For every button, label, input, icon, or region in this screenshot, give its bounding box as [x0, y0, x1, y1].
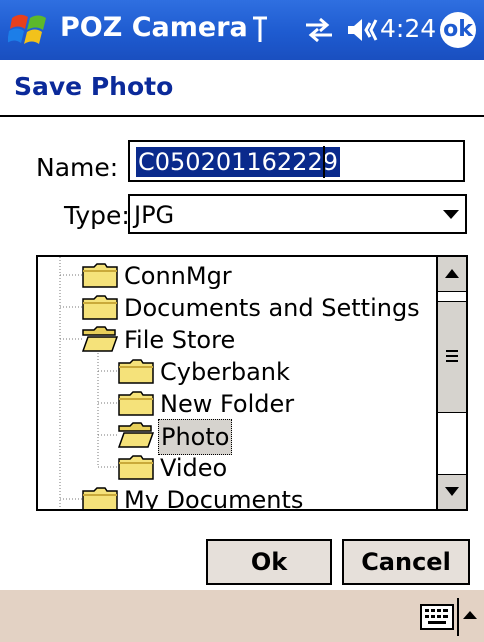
keyboard-icon[interactable]: [420, 604, 454, 630]
arrow-down-icon: [445, 487, 459, 496]
app-title: POZ Camera: [60, 12, 248, 43]
title-bar: POZ Camera 4:24 ok: [0, 0, 484, 60]
tree-item-label: Cyberbank: [160, 358, 290, 386]
chevron-down-icon[interactable]: [443, 210, 459, 219]
name-label: Name:: [36, 153, 119, 182]
header-divider: [0, 115, 484, 117]
scroll-down-button[interactable]: [438, 474, 466, 509]
tree-item-label: ConnMgr: [124, 262, 232, 290]
tree-item-label: New Folder: [160, 390, 295, 418]
tree-item-label: Documents and Settings: [124, 294, 420, 322]
tree-item-label: My Documents: [124, 486, 304, 511]
windows-start-icon[interactable]: [8, 10, 52, 50]
folder-closed-icon: [82, 263, 118, 288]
antenna-icon[interactable]: [250, 14, 270, 44]
folder-closed-icon: [118, 359, 154, 384]
grip-line: [446, 350, 458, 352]
type-select[interactable]: JPG: [128, 194, 467, 234]
menu-separator: [457, 598, 459, 636]
grip-line: [446, 360, 458, 362]
folder-tree[interactable]: ConnMgr Documents and Settings File Stor…: [36, 255, 468, 511]
arrow-up-icon: [445, 269, 459, 278]
input-menu-arrow-icon[interactable]: [463, 611, 477, 619]
scroll-thumb[interactable]: [438, 301, 466, 413]
tree-item-label: Video: [160, 454, 228, 482]
page-title: Save Photo: [14, 72, 174, 101]
name-value-selected: C050201162229: [136, 147, 340, 177]
text-caret: [323, 146, 325, 178]
folder-closed-icon: [118, 455, 154, 480]
tree-item-label: Photo: [158, 419, 233, 455]
clock[interactable]: 4:24: [380, 14, 436, 43]
name-input[interactable]: C050201162229: [128, 140, 465, 182]
sync-icon[interactable]: [302, 14, 336, 46]
folder-closed-icon: [82, 487, 118, 509]
folder-closed-icon: [118, 391, 154, 416]
folder-open-icon: [118, 422, 154, 448]
type-value: JPG: [134, 201, 175, 229]
tree-item-label: File Store: [124, 326, 236, 354]
folder-open-icon: [82, 326, 118, 352]
ok-title-button[interactable]: ok: [440, 12, 476, 48]
type-label: Type:: [64, 201, 130, 230]
grip-line: [446, 355, 458, 357]
cancel-button[interactable]: Cancel: [342, 539, 470, 585]
menu-bar: [0, 590, 484, 642]
volume-icon[interactable]: [344, 14, 378, 46]
ok-button[interactable]: Ok: [206, 539, 332, 585]
scroll-up-button[interactable]: [438, 257, 466, 292]
folder-closed-icon: [82, 295, 118, 320]
tree-scrollbar[interactable]: [436, 257, 466, 509]
